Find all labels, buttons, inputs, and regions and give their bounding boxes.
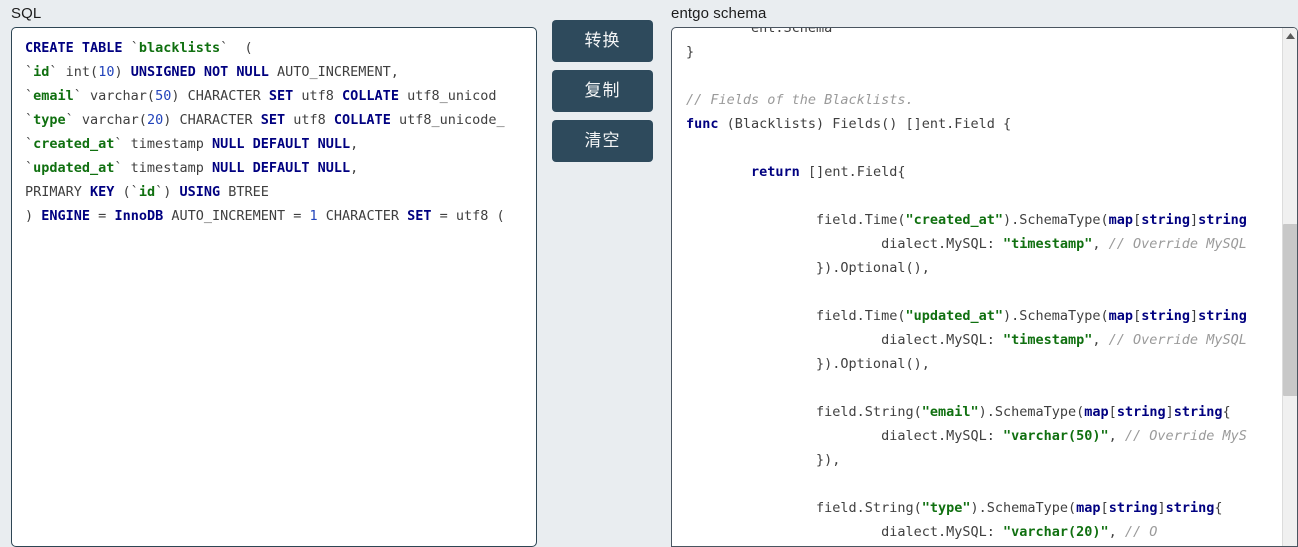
entgo-output[interactable]: ent.Schema } // Fields of the Blacklists… [671, 27, 1298, 547]
convert-button[interactable]: 转换 [552, 20, 653, 62]
sql-pane: SQL CREATE TABLE `blacklists` ( `id` int… [0, 0, 540, 547]
scroll-thumb[interactable] [1283, 224, 1297, 396]
entgo-pane: entgo schema ent.Schema } // Fields of t… [668, 0, 1298, 547]
clear-button[interactable]: 清空 [552, 120, 653, 162]
scroll-up-arrow[interactable] [1283, 28, 1297, 43]
entgo-vertical-scrollbar[interactable] [1282, 28, 1297, 546]
sql-code-text[interactable]: CREATE TABLE `blacklists` ( `id` int(10)… [12, 28, 536, 228]
sql-pane-label: SQL [11, 5, 42, 22]
entgo-code-text[interactable]: ent.Schema } // Fields of the Blacklists… [672, 28, 1297, 544]
copy-button[interactable]: 复制 [552, 70, 653, 112]
entgo-pane-label: entgo schema [671, 5, 767, 22]
sql-to-entgo-converter: SQL CREATE TABLE `blacklists` ( `id` int… [0, 0, 1298, 547]
sql-input[interactable]: CREATE TABLE `blacklists` ( `id` int(10)… [11, 27, 537, 547]
action-button-column: 转换 复制 清空 [552, 20, 653, 162]
